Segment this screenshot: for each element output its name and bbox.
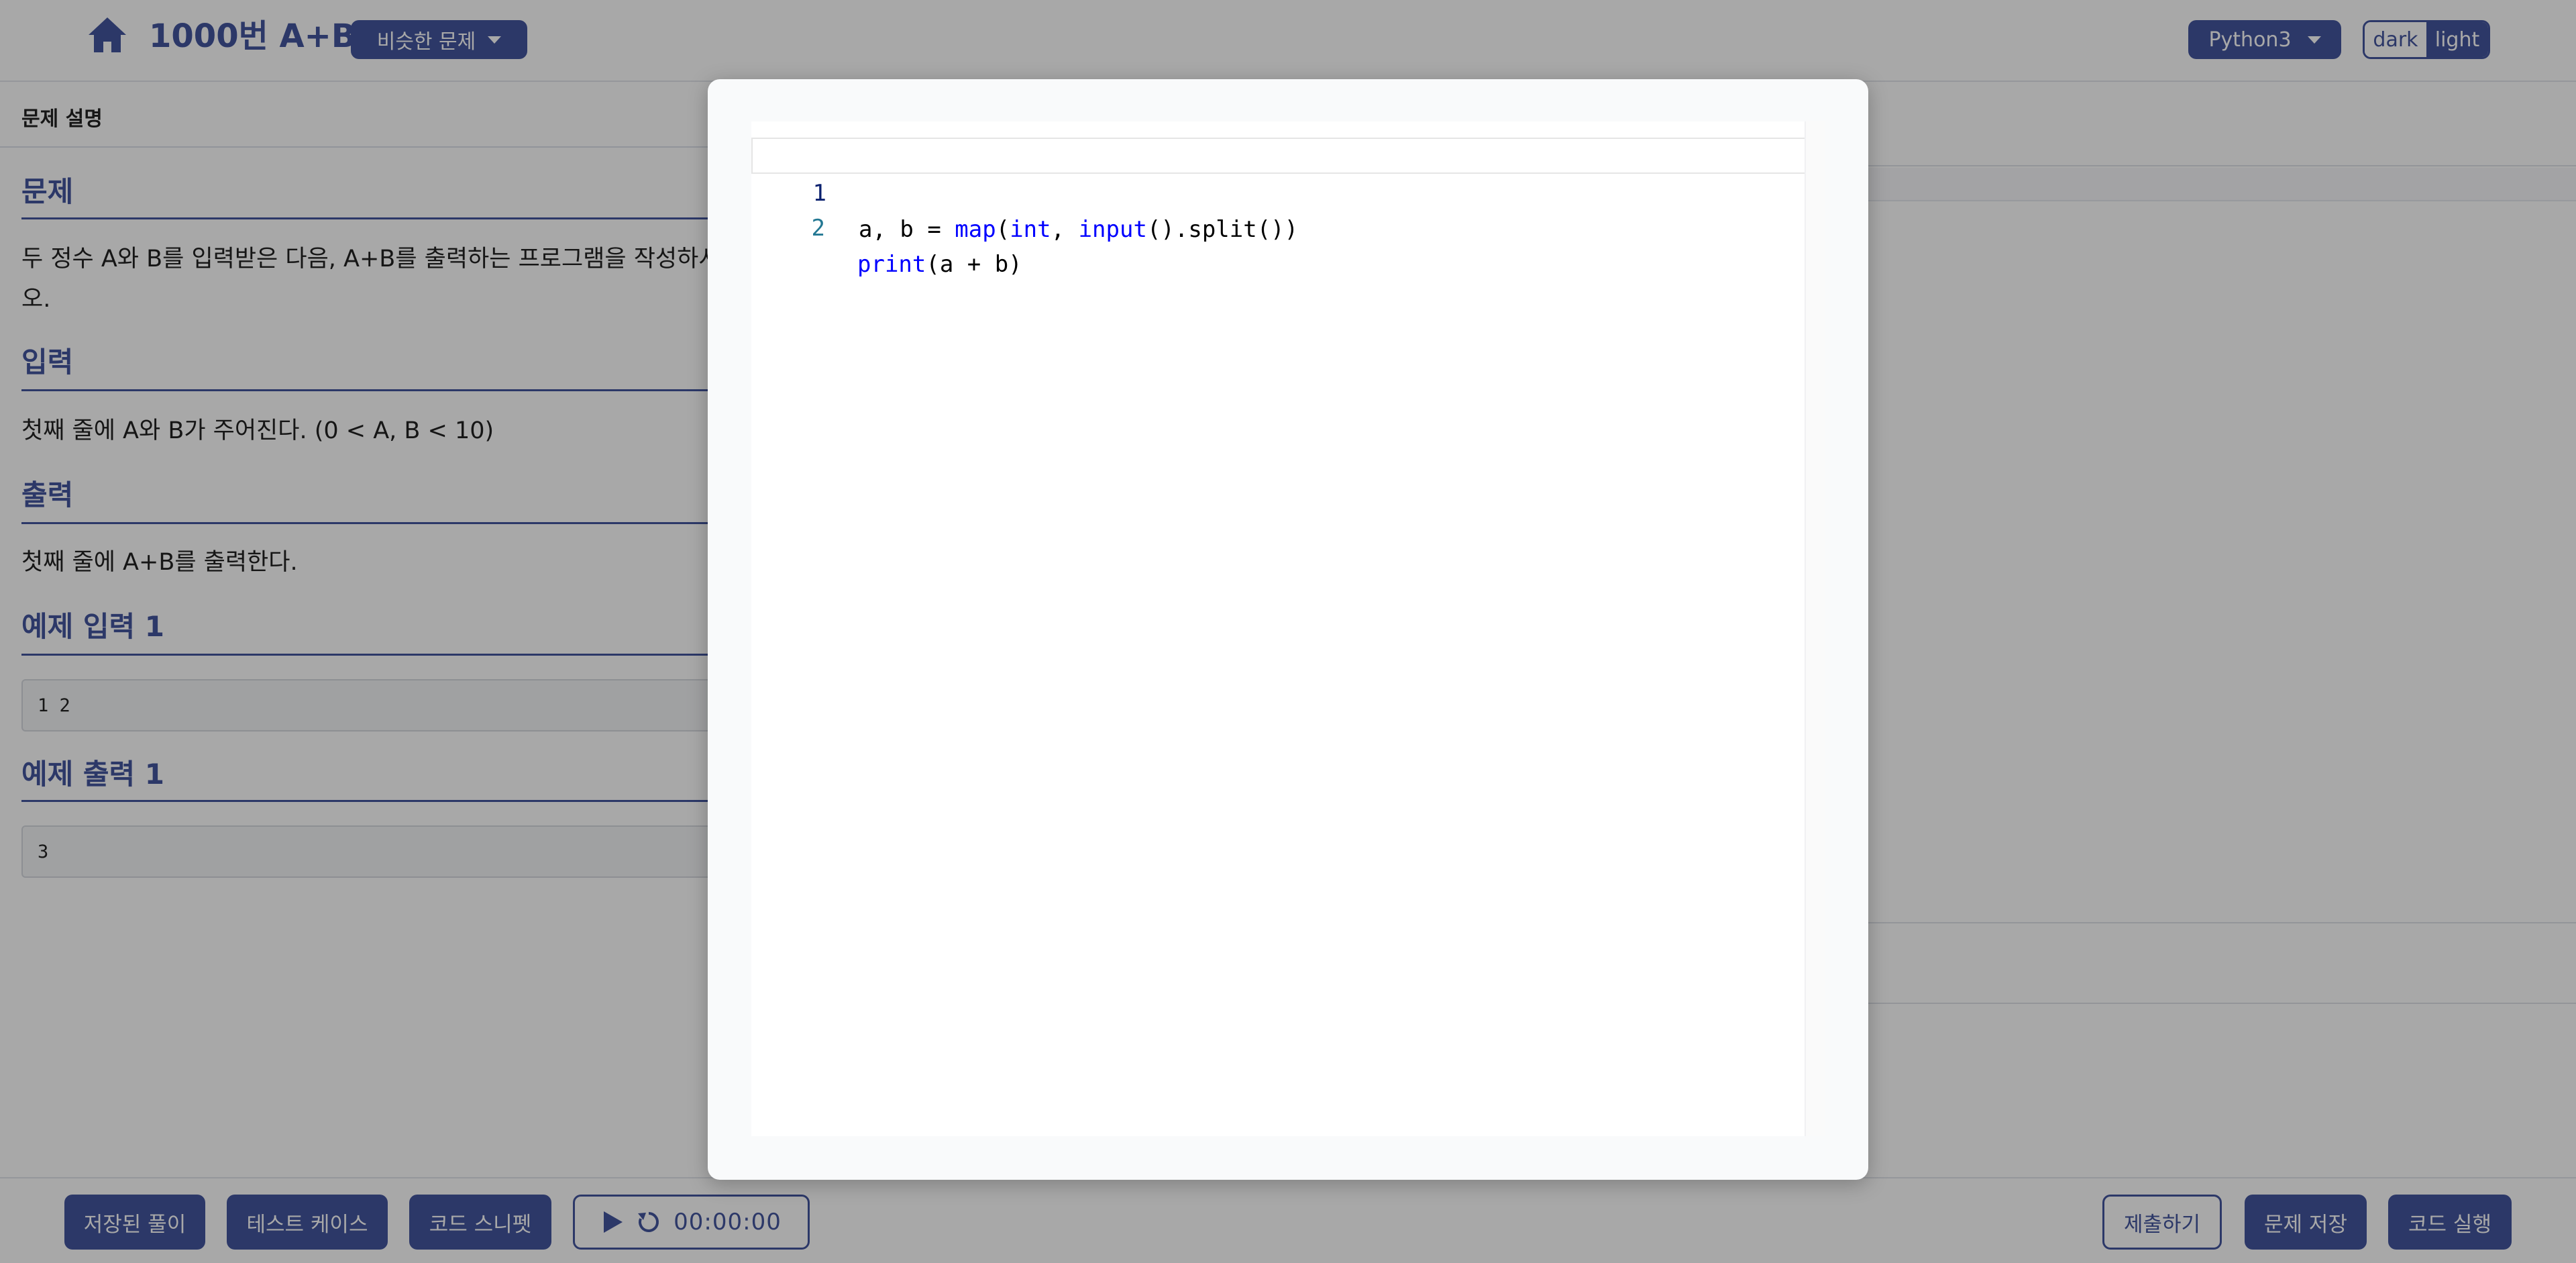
code-token: , — [1051, 216, 1079, 243]
code-token: int — [1010, 216, 1051, 243]
code-line: 1 a, b = map(int, input().split()) — [751, 138, 1808, 243]
code-token: a, b = — [859, 216, 955, 243]
code-token: ().split()) — [1146, 216, 1299, 243]
code-token: input — [1078, 216, 1147, 243]
line-number: 2 — [811, 215, 825, 242]
code-token: print — [857, 251, 926, 278]
code-text: a, b = map(int, input().split()) — [859, 211, 1298, 248]
code-token: (a + b) — [926, 251, 1022, 278]
code-token: ( — [996, 216, 1010, 243]
snippet-code-editor[interactable]: 1 a, b = map(int, input().split()) 2 pri… — [751, 121, 1825, 1136]
app-root: 1000번 A+B 비슷한 문제 Python3 dark light 문제 설… — [0, 0, 2576, 1263]
editor-scrollbar[interactable] — [1806, 121, 1825, 1136]
code-token: map — [955, 216, 996, 243]
code-text: print(a + b) — [857, 246, 1022, 283]
code-line: 2 print(a + b) — [751, 174, 1825, 278]
code-snippet-modal: 1 a, b = map(int, input().split()) 2 pri… — [708, 79, 1868, 1180]
